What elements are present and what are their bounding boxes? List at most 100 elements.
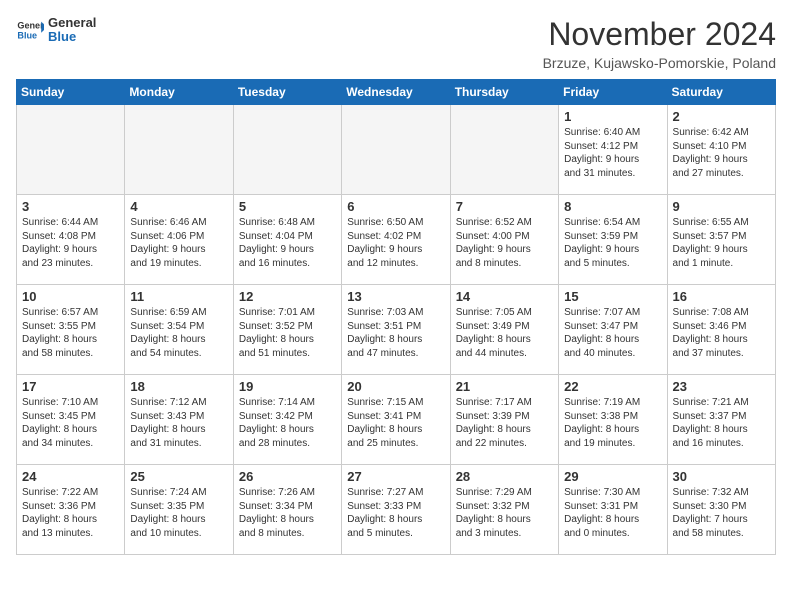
day-number: 18 — [130, 379, 227, 394]
day-info: Sunrise: 7:22 AM Sunset: 3:36 PM Dayligh… — [22, 486, 119, 540]
day-number: 21 — [456, 379, 553, 394]
day-number: 22 — [564, 379, 661, 394]
day-info: Sunrise: 7:01 AM Sunset: 3:52 PM Dayligh… — [239, 306, 336, 360]
day-info: Sunrise: 6:46 AM Sunset: 4:06 PM Dayligh… — [130, 216, 227, 270]
calendar-cell: 14 Sunrise: 7:05 AM Sunset: 3:49 PM Dayli… — [450, 285, 558, 375]
calendar-cell: 23Sunrise: 7:21 AM Sunset: 3:37 PM Dayli… — [667, 375, 775, 465]
calendar-cell — [125, 105, 233, 195]
weekday-header-wednesday: Wednesday — [342, 80, 450, 105]
week-row-2: 3Sunrise: 6:44 AM Sunset: 4:08 PM Daylig… — [17, 195, 776, 285]
week-row-1: 1 Sunrise: 6:40 AM Sunset: 4:12 PM Daylig… — [17, 105, 776, 195]
calendar-cell: 30Sunrise: 7:32 AM Sunset: 3:30 PM Dayli… — [667, 465, 775, 555]
calendar-cell — [233, 105, 341, 195]
svg-text:General: General — [17, 21, 44, 31]
day-number: 19 — [239, 379, 336, 394]
calendar-cell: 15 Sunrise: 7:07 AM Sunset: 3:47 PM Dayli… — [559, 285, 667, 375]
calendar-cell: 21 Sunrise: 7:17 AM Sunset: 3:39 PM Dayli… — [450, 375, 558, 465]
day-number: 26 — [239, 469, 336, 484]
day-info: Sunrise: 6:50 AM Sunset: 4:02 PM Dayligh… — [347, 216, 444, 270]
calendar-cell — [17, 105, 125, 195]
weekday-header-tuesday: Tuesday — [233, 80, 341, 105]
day-number: 11 — [130, 289, 227, 304]
logo-general: General — [48, 16, 96, 30]
calendar-cell: 10Sunrise: 6:57 AM Sunset: 3:55 PM Dayli… — [17, 285, 125, 375]
day-number: 13 — [347, 289, 444, 304]
calendar-cell: 8 Sunrise: 6:54 AM Sunset: 3:59 PM Daylig… — [559, 195, 667, 285]
day-number: 28 — [456, 469, 553, 484]
calendar-table: SundayMondayTuesdayWednesdayThursdayFrid… — [16, 79, 776, 555]
day-info: Sunrise: 7:29 AM Sunset: 3:32 PM Dayligh… — [456, 486, 553, 540]
day-number: 16 — [673, 289, 770, 304]
svg-text:Blue: Blue — [17, 31, 37, 41]
calendar-cell — [342, 105, 450, 195]
calendar-cell — [450, 105, 558, 195]
day-number: 2 — [673, 109, 770, 124]
title-block: November 2024 Brzuze, Kujawsko-Pomorskie… — [543, 16, 776, 71]
weekday-header-thursday: Thursday — [450, 80, 558, 105]
day-info: Sunrise: 7:10 AM Sunset: 3:45 PM Dayligh… — [22, 396, 119, 450]
calendar-cell: 9Sunrise: 6:55 AM Sunset: 3:57 PM Daylig… — [667, 195, 775, 285]
day-number: 15 — [564, 289, 661, 304]
day-info: Sunrise: 7:26 AM Sunset: 3:34 PM Dayligh… — [239, 486, 336, 540]
calendar-cell: 25 Sunrise: 7:24 AM Sunset: 3:35 PM Dayli… — [125, 465, 233, 555]
day-info: Sunrise: 7:27 AM Sunset: 3:33 PM Dayligh… — [347, 486, 444, 540]
calendar-cell: 17 Sunrise: 7:10 AM Sunset: 3:45 PM Dayli… — [17, 375, 125, 465]
week-row-4: 17 Sunrise: 7:10 AM Sunset: 3:45 PM Dayli… — [17, 375, 776, 465]
calendar-cell: 2 Sunrise: 6:42 AM Sunset: 4:10 PM Daylig… — [667, 105, 775, 195]
day-number: 23 — [673, 379, 770, 394]
day-number: 6 — [347, 199, 444, 214]
calendar-cell: 26 Sunrise: 7:26 AM Sunset: 3:34 PM Dayli… — [233, 465, 341, 555]
calendar-cell: 20Sunrise: 7:15 AM Sunset: 3:41 PM Dayli… — [342, 375, 450, 465]
day-info: Sunrise: 6:40 AM Sunset: 4:12 PM Dayligh… — [564, 126, 661, 180]
day-number: 1 — [564, 109, 661, 124]
calendar-cell: 12 Sunrise: 7:01 AM Sunset: 3:52 PM Dayli… — [233, 285, 341, 375]
day-number: 10 — [22, 289, 119, 304]
day-info: Sunrise: 7:03 AM Sunset: 3:51 PM Dayligh… — [347, 306, 444, 360]
logo-blue: Blue — [48, 30, 96, 44]
day-info: Sunrise: 7:30 AM Sunset: 3:31 PM Dayligh… — [564, 486, 661, 540]
day-info: Sunrise: 6:55 AM Sunset: 3:57 PM Dayligh… — [673, 216, 770, 270]
day-info: Sunrise: 7:24 AM Sunset: 3:35 PM Dayligh… — [130, 486, 227, 540]
day-number: 3 — [22, 199, 119, 214]
calendar-cell: 18 Sunrise: 7:12 AM Sunset: 3:43 PM Dayli… — [125, 375, 233, 465]
calendar-cell: 6 Sunrise: 6:50 AM Sunset: 4:02 PM Daylig… — [342, 195, 450, 285]
day-info: Sunrise: 7:19 AM Sunset: 3:38 PM Dayligh… — [564, 396, 661, 450]
calendar-cell: 24 Sunrise: 7:22 AM Sunset: 3:36 PM Dayli… — [17, 465, 125, 555]
calendar-cell: 19 Sunrise: 7:14 AM Sunset: 3:42 PM Dayli… — [233, 375, 341, 465]
day-number: 8 — [564, 199, 661, 214]
day-info: Sunrise: 6:59 AM Sunset: 3:54 PM Dayligh… — [130, 306, 227, 360]
weekday-header-sunday: Sunday — [17, 80, 125, 105]
day-info: Sunrise: 6:42 AM Sunset: 4:10 PM Dayligh… — [673, 126, 770, 180]
location-subtitle: Brzuze, Kujawsko-Pomorskie, Poland — [543, 55, 776, 71]
day-number: 24 — [22, 469, 119, 484]
calendar-cell: 7Sunrise: 6:52 AM Sunset: 4:00 PM Daylig… — [450, 195, 558, 285]
day-number: 29 — [564, 469, 661, 484]
day-number: 4 — [130, 199, 227, 214]
day-info: Sunrise: 7:05 AM Sunset: 3:49 PM Dayligh… — [456, 306, 553, 360]
week-row-3: 10Sunrise: 6:57 AM Sunset: 3:55 PM Dayli… — [17, 285, 776, 375]
day-info: Sunrise: 6:52 AM Sunset: 4:00 PM Dayligh… — [456, 216, 553, 270]
day-number: 17 — [22, 379, 119, 394]
day-info: Sunrise: 7:14 AM Sunset: 3:42 PM Dayligh… — [239, 396, 336, 450]
day-info: Sunrise: 7:07 AM Sunset: 3:47 PM Dayligh… — [564, 306, 661, 360]
day-number: 14 — [456, 289, 553, 304]
day-number: 25 — [130, 469, 227, 484]
day-number: 30 — [673, 469, 770, 484]
day-info: Sunrise: 7:15 AM Sunset: 3:41 PM Dayligh… — [347, 396, 444, 450]
calendar-cell: 13 Sunrise: 7:03 AM Sunset: 3:51 PM Dayli… — [342, 285, 450, 375]
header: General Blue General Blue November 2024 … — [16, 16, 776, 71]
day-info: Sunrise: 6:54 AM Sunset: 3:59 PM Dayligh… — [564, 216, 661, 270]
day-number: 5 — [239, 199, 336, 214]
calendar-cell: 27Sunrise: 7:27 AM Sunset: 3:33 PM Dayli… — [342, 465, 450, 555]
calendar-cell: 4 Sunrise: 6:46 AM Sunset: 4:06 PM Daylig… — [125, 195, 233, 285]
week-row-5: 24 Sunrise: 7:22 AM Sunset: 3:36 PM Dayli… — [17, 465, 776, 555]
logo-icon: General Blue — [16, 16, 44, 44]
calendar-cell: 29 Sunrise: 7:30 AM Sunset: 3:31 PM Dayli… — [559, 465, 667, 555]
day-info: Sunrise: 7:17 AM Sunset: 3:39 PM Dayligh… — [456, 396, 553, 450]
day-number: 12 — [239, 289, 336, 304]
calendar-cell: 28 Sunrise: 7:29 AM Sunset: 3:32 PM Dayli… — [450, 465, 558, 555]
day-info: Sunrise: 7:12 AM Sunset: 3:43 PM Dayligh… — [130, 396, 227, 450]
calendar-cell: 11 Sunrise: 6:59 AM Sunset: 3:54 PM Dayli… — [125, 285, 233, 375]
calendar-cell: 22 Sunrise: 7:19 AM Sunset: 3:38 PM Dayli… — [559, 375, 667, 465]
day-info: Sunrise: 7:08 AM Sunset: 3:46 PM Dayligh… — [673, 306, 770, 360]
